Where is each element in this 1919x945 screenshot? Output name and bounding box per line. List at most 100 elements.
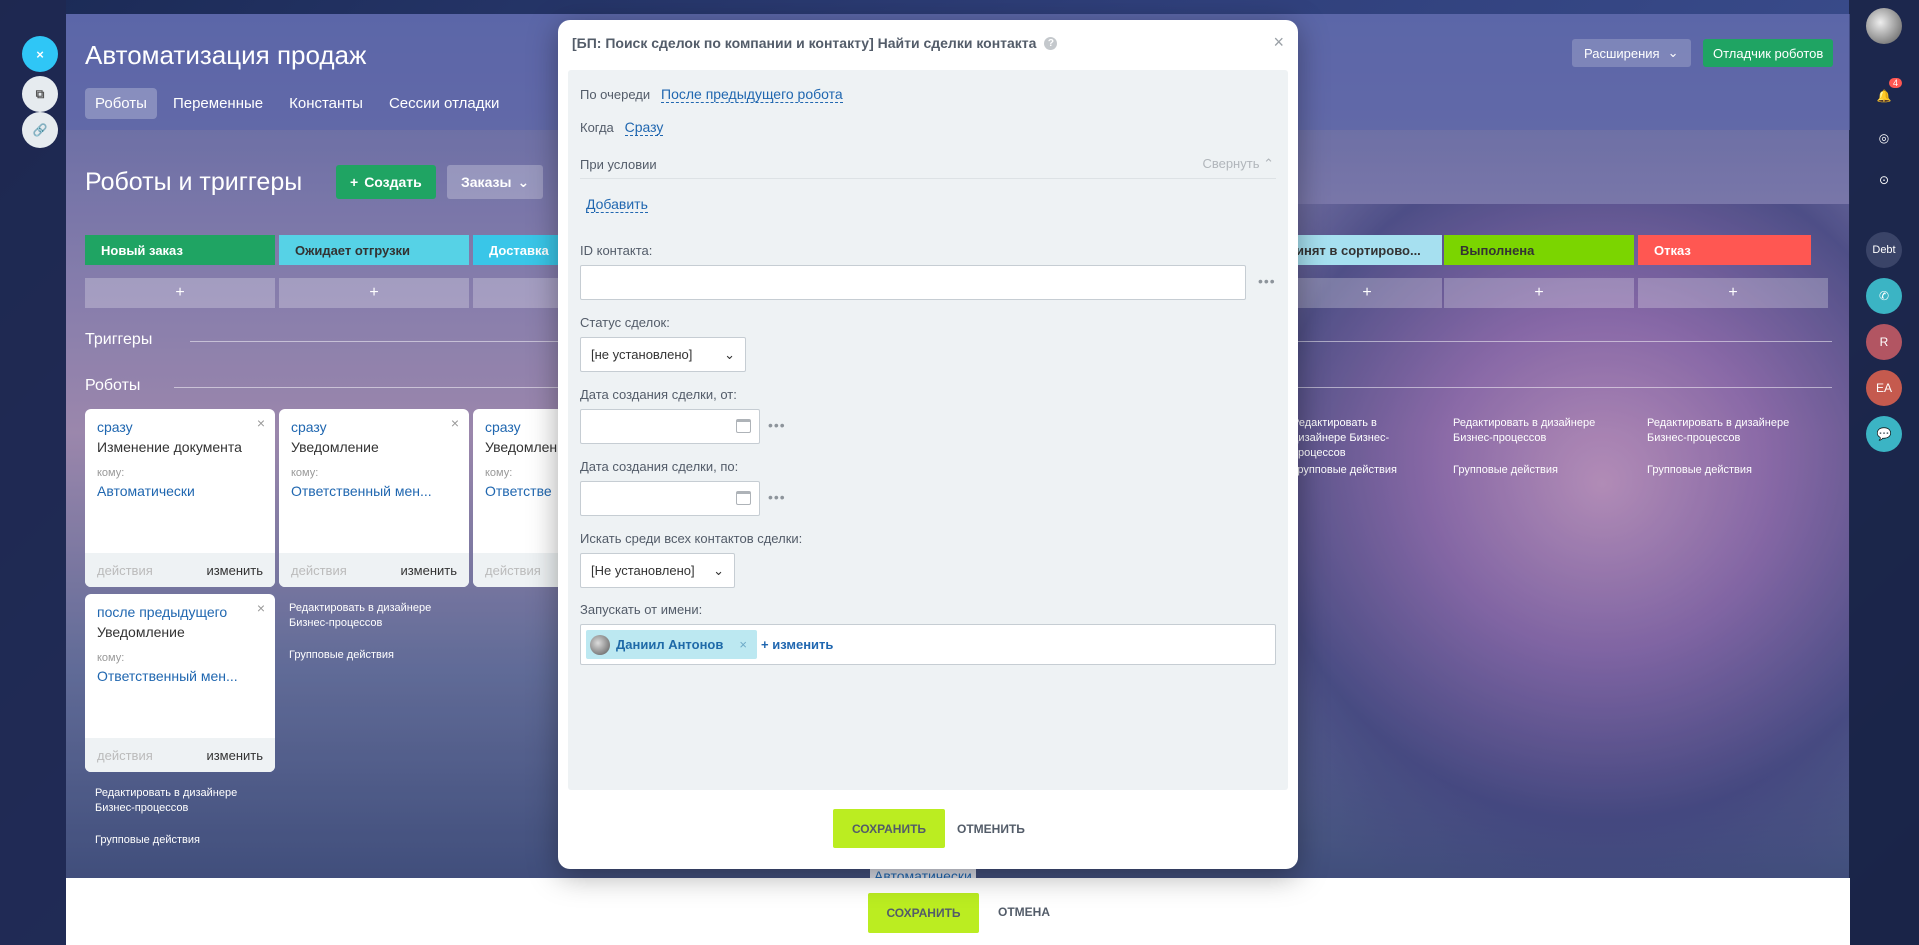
edit-in-designer-link[interactable]: Редактировать в дизайнере Бизнес-процесс… <box>1647 416 1797 446</box>
robot-card[interactable]: × сразу Изменение документа кому: Автома… <box>85 409 275 587</box>
robot-name: Изменение документа <box>97 439 242 455</box>
group-actions-link[interactable]: Групповые действия <box>95 833 200 848</box>
date-to-label: Дата создания сделки, по: <box>580 459 739 474</box>
close-icon[interactable]: × <box>257 415 265 431</box>
order-value-link[interactable]: После предыдущего робота <box>661 86 843 103</box>
group-actions-link[interactable]: Групповые действия <box>1647 463 1752 478</box>
order-label: По очереди <box>580 87 651 102</box>
orders-dropdown[interactable]: Заказы ⌄ <box>447 165 544 199</box>
right-sidebar: 🔔 4 ◎ ⊙ Debt ✆ R EA 💬 <box>1849 0 1919 945</box>
left-sidebar: × ⧉ 🔗 <box>0 0 66 945</box>
robot-actions: действия <box>97 562 153 578</box>
avatar-ea[interactable]: EA <box>1866 370 1902 406</box>
stage-rejected: Отказ <box>1638 235 1811 265</box>
run-as-label: Запускать от имени: <box>580 602 703 617</box>
user-name: Даниил Антонов <box>616 637 724 652</box>
open-channel-icon[interactable]: 💬 <box>1866 416 1902 452</box>
tab-robots[interactable]: Роботы <box>85 88 157 119</box>
bell-icon[interactable]: 🔔 4 <box>1866 78 1902 114</box>
edit-in-designer-link[interactable]: Редактировать в дизайнере Бизнес-процесс… <box>95 786 255 816</box>
target-icon[interactable]: ◎ <box>1866 120 1902 156</box>
robot-when[interactable]: сразу <box>97 419 263 435</box>
more-options-icon[interactable]: ••• <box>1258 273 1276 289</box>
edit-in-designer-link[interactable]: Редактировать в дизайнере Бизнес-процесс… <box>289 601 449 631</box>
more-options-icon[interactable]: ••• <box>768 489 786 505</box>
chevron-down-icon: ⌄ <box>517 173 530 190</box>
avatar-r[interactable]: R <box>1866 324 1902 360</box>
close-icon[interactable]: × <box>257 600 265 616</box>
run-as-selector[interactable]: Даниил Антонов × + изменить <box>580 624 1276 665</box>
open-in-new-window-icon[interactable]: ⧉ <box>22 76 58 112</box>
user-avatar[interactable] <box>1866 8 1902 44</box>
user-tag[interactable]: Даниил Антонов × <box>586 630 757 659</box>
page-save-button[interactable]: СОХРАНИТЬ <box>868 893 979 933</box>
search-all-contacts-select[interactable]: [Не установлено] ⌄ <box>580 553 735 588</box>
date-from-input[interactable] <box>580 409 760 444</box>
triggers-heading: Триггеры <box>85 331 153 348</box>
chevron-up-icon: ⌃ <box>1263 156 1274 171</box>
add-trigger-button[interactable] <box>473 278 563 308</box>
chat-search-icon[interactable]: ⊙ <box>1866 162 1902 198</box>
plus-icon: + <box>350 174 359 190</box>
copy-link-icon[interactable]: 🔗 <box>22 112 58 148</box>
chevron-down-icon: ⌄ <box>713 562 724 578</box>
tab-constants[interactable]: Константы <box>279 88 373 119</box>
edit-in-designer-link[interactable]: Редактировать в дизайнере Бизнес-процесс… <box>1292 416 1432 461</box>
robot-debugger-button[interactable]: Отладчик роботов <box>1703 39 1834 67</box>
deal-status-select[interactable]: [не установлено] ⌄ <box>580 337 746 372</box>
group-actions-link[interactable]: Групповые действия <box>1453 463 1558 478</box>
avatar <box>590 634 610 655</box>
robot-edit-link[interactable]: изменить <box>206 563 263 578</box>
robot-card[interactable]: × после предыдущего Уведомление кому: От… <box>85 594 275 772</box>
phone-icon[interactable]: ✆ <box>1866 278 1902 314</box>
calendar-icon[interactable] <box>736 491 751 505</box>
save-button[interactable]: СОХРАНИТЬ <box>833 809 945 848</box>
close-icon[interactable]: × <box>1273 32 1284 53</box>
notifications-count: 4 <box>1888 78 1902 88</box>
group-actions-link[interactable]: Групповые действия <box>1292 463 1397 478</box>
collapse-toggle[interactable]: Свернуть ⌃ <box>1202 156 1274 172</box>
stage-awaiting-shipment: Ожидает отгрузки <box>279 235 469 265</box>
robot-actions: действия <box>291 562 347 578</box>
robot-edit-link[interactable]: изменить <box>400 563 457 578</box>
contact-id-input[interactable] <box>580 265 1246 300</box>
add-trigger-button[interactable]: + <box>85 278 275 308</box>
date-to-input[interactable] <box>580 481 760 516</box>
close-icon[interactable]: × <box>451 415 459 431</box>
add-trigger-button[interactable]: + <box>1638 278 1828 308</box>
group-actions-link[interactable]: Групповые действия <box>289 648 394 663</box>
robot-when[interactable]: сразу <box>291 419 457 435</box>
when-value-link[interactable]: Сразу <box>624 119 664 136</box>
robot-edit-link[interactable]: изменить <box>206 748 263 763</box>
tab-variables[interactable]: Переменные <box>163 88 273 119</box>
page-tabs: Роботы Переменные Константы Сессии отлад… <box>85 88 509 119</box>
more-options-icon[interactable]: ••• <box>768 417 786 433</box>
cancel-button[interactable]: ОТМЕНИТЬ <box>957 822 1025 836</box>
tab-debug-sessions[interactable]: Сессии отладки <box>379 88 509 119</box>
add-condition-link[interactable]: Добавить <box>586 196 648 213</box>
edit-in-designer-link[interactable]: Редактировать в дизайнере Бизнес-процесс… <box>1453 416 1603 446</box>
page-cancel-button[interactable]: ОТМЕНА <box>998 905 1050 919</box>
dialog-title: [БП: Поиск сделок по компании и контакту… <box>572 35 1058 51</box>
robot-responsible: Автоматически <box>97 483 195 499</box>
add-trigger-button[interactable]: + <box>1292 278 1442 308</box>
stage-sorting: инят в сортирово... <box>1292 235 1442 265</box>
add-trigger-button[interactable]: + <box>279 278 469 308</box>
help-icon[interactable]: ? <box>1044 36 1058 50</box>
robot-card[interactable]: × сразу Уведомление кому: Ответственный … <box>279 409 469 587</box>
create-button[interactable]: + Создать <box>336 165 436 199</box>
remove-user-icon[interactable]: × <box>739 637 747 652</box>
close-slider-button[interactable]: × <box>22 36 58 72</box>
order-row: По очереди После предыдущего робота <box>580 86 843 103</box>
deal-status-label: Статус сделок: <box>580 315 670 330</box>
add-trigger-button[interactable]: + <box>1444 278 1634 308</box>
change-user-link[interactable]: + изменить <box>761 637 833 652</box>
robot-who-label: кому: <box>97 652 125 664</box>
robot-who-label: кому: <box>97 467 125 479</box>
calendar-icon[interactable] <box>736 419 751 433</box>
robot-when[interactable]: после предыдущего <box>97 604 263 620</box>
stage-delivery: Доставка <box>473 235 563 265</box>
extensions-button[interactable]: Расширения ⌄ <box>1572 39 1691 67</box>
debt-avatar[interactable]: Debt <box>1866 232 1902 268</box>
when-row: Когда Сразу <box>580 119 664 136</box>
